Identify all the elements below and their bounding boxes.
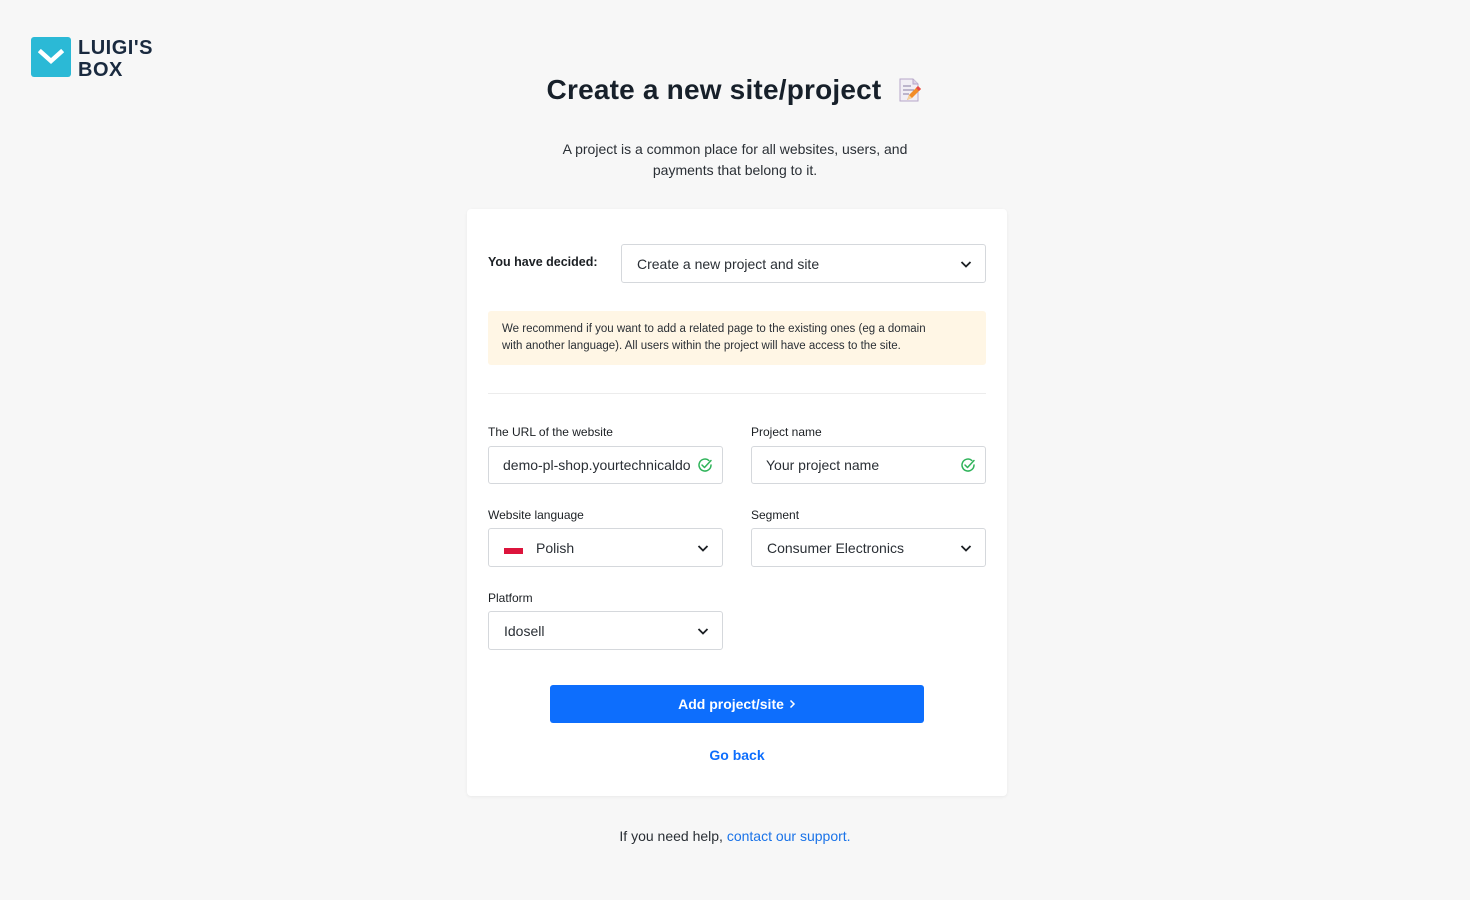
check-circle-icon — [961, 458, 975, 472]
go-back-link-wrap: Go back — [467, 747, 1007, 763]
subtitle-line-1: A project is a common place for all webs… — [562, 141, 908, 157]
chevron-down-icon — [960, 260, 972, 268]
chevron-right-icon — [789, 699, 795, 709]
decision-label: You have decided: — [488, 255, 598, 269]
segment-select-value: Consumer Electronics — [767, 539, 904, 556]
url-input[interactable]: demo-pl-shop.yourtechnicaldomain.com — [488, 446, 723, 484]
memo-pencil-icon — [899, 78, 922, 102]
notice-line-2: with another language). All users within… — [502, 340, 901, 352]
brand-name-line1: LUIGI'S — [78, 37, 153, 59]
go-back-link[interactable]: Go back — [709, 747, 764, 763]
url-input-value: demo-pl-shop.yourtechnicaldomain.com — [503, 457, 691, 473]
subtitle-line-2: payments that belong to it. — [652, 162, 818, 178]
chevron-down-icon — [960, 544, 972, 552]
page-header: Create a new site/project — [0, 74, 1470, 106]
language-select[interactable]: Polish — [488, 528, 723, 567]
project-name-label: Project name — [751, 425, 822, 439]
section-divider — [488, 393, 986, 394]
check-circle-icon — [698, 458, 712, 472]
platform-select-value: Idosell — [504, 622, 545, 639]
page-title: Create a new site/project — [546, 74, 882, 105]
help-text: If you need help, — [619, 828, 727, 844]
project-form-card: You have decided: Create a new project a… — [467, 209, 1007, 796]
project-name-value: Your project name — [766, 457, 880, 473]
platform-select[interactable]: Idosell — [488, 611, 723, 650]
segment-select[interactable]: Consumer Electronics — [751, 528, 986, 567]
project-name-input[interactable]: Your project name — [751, 446, 986, 484]
add-project-button[interactable]: Add project/site — [550, 685, 924, 723]
url-label: The URL of the website — [488, 425, 613, 439]
language-select-value: Polish — [536, 539, 575, 556]
platform-label: Platform — [488, 591, 533, 605]
page-subtitle: A project is a common place for all webs… — [0, 139, 1470, 181]
decision-select[interactable]: Create a new project and site — [621, 244, 986, 283]
add-project-button-label: Add project/site — [678, 696, 784, 712]
recommendation-notice: We recommend if you want to add a relate… — [488, 311, 986, 365]
chevron-down-icon — [697, 544, 709, 552]
contact-support-link[interactable]: contact our support. — [727, 828, 851, 844]
chevron-down-icon — [697, 627, 709, 635]
logo-chevron-icon — [31, 37, 71, 77]
language-label: Website language — [488, 508, 584, 522]
notice-line-1: We recommend if you want to add a relate… — [502, 323, 926, 335]
decision-select-value: Create a new project and site — [637, 255, 820, 272]
help-footer: If you need help, contact our support. — [0, 828, 1470, 844]
segment-label: Segment — [751, 508, 800, 522]
